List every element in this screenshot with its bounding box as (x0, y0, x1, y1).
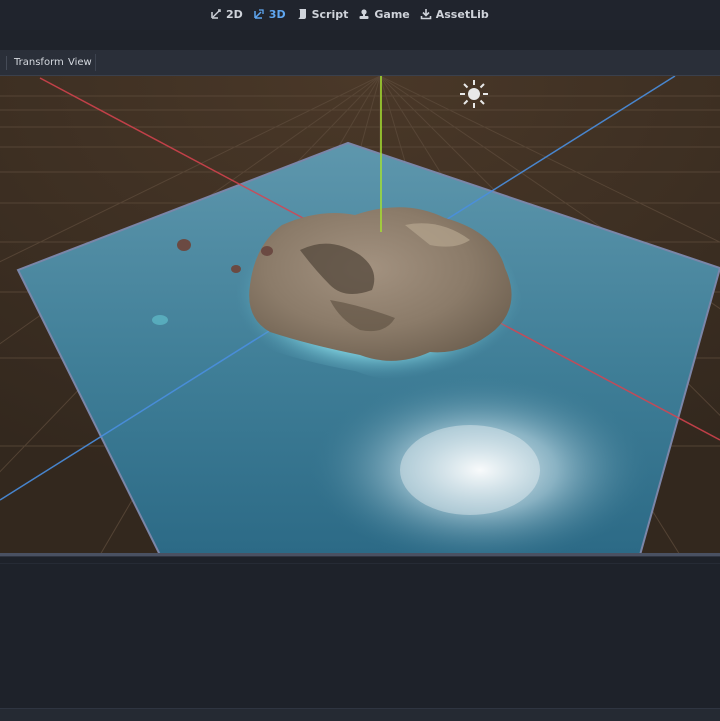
tab-game-label: Game (374, 7, 410, 21)
panel-divider (0, 563, 720, 564)
viewport-toolbar: Transform View (0, 50, 720, 76)
game-icon (359, 9, 369, 19)
tab-assetlib[interactable]: AssetLib (420, 5, 489, 23)
script-icon (297, 9, 306, 19)
transform-menu[interactable]: Transform (10, 55, 68, 71)
view-menu[interactable]: View (64, 55, 96, 71)
sun-light-icon[interactable] (458, 78, 490, 110)
tab-2d-label: 2D (226, 7, 243, 21)
scene-render (0, 76, 720, 555)
3d-viewport[interactable] (0, 76, 720, 555)
tab-3d-label: 3D (268, 7, 286, 21)
rock-1 (177, 239, 191, 251)
toolbar-separator (95, 54, 96, 71)
tab-game[interactable]: Game (358, 5, 410, 23)
workspace-bar: 2D 3D Script Game AssetLib (0, 0, 720, 30)
workspace-tabs: 2D 3D Script Game AssetLib (210, 5, 489, 23)
bottom-status-bar (0, 708, 720, 721)
bottom-dock-panel (0, 556, 720, 709)
toolbar-separator (6, 56, 7, 70)
scene-tabs-bar (0, 30, 720, 50)
rock-3 (231, 265, 241, 273)
tab-assetlib-label: AssetLib (435, 7, 489, 21)
tab-2d[interactable]: 2D (210, 5, 243, 23)
tab-script-label: Script (311, 7, 349, 21)
tab-script[interactable]: Script (296, 5, 349, 23)
3d-icon (254, 9, 264, 19)
assetlib-icon (420, 9, 432, 20)
tab-3d[interactable]: 3D (253, 5, 286, 23)
2d-icon (211, 9, 221, 19)
rock-2 (261, 246, 273, 256)
